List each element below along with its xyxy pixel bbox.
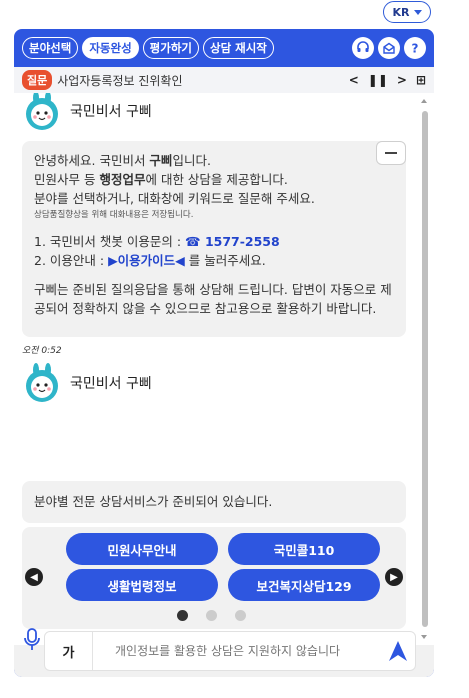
carousel-prev-button[interactable]: ◀ — [25, 568, 43, 586]
service-text-end: 에 대한 상담을 제공합니다. — [145, 172, 288, 187]
contact-label: 1. 국민비서 챗봇 이용문의 : — [34, 234, 186, 249]
chat-input[interactable] — [93, 632, 381, 670]
bot-header-2: 국민비서 구삐 — [22, 363, 152, 403]
scroll-up-icon[interactable] — [421, 99, 427, 103]
guide-label: 2. 이용안내 : — [34, 253, 109, 268]
bot-header: 국민비서 구삐 — [22, 93, 152, 131]
service-message-text: 분야별 전문 상담서비스가 준비되어 있습니다. — [34, 494, 273, 509]
bot-avatar — [26, 363, 58, 402]
tab-field-select[interactable]: 분야선택 — [22, 37, 79, 59]
scroll-thumb[interactable] — [422, 111, 428, 627]
minimize-button[interactable] — [376, 141, 406, 165]
welcome-text-end: 입니다. — [172, 153, 211, 168]
headset-icon[interactable] — [352, 37, 374, 59]
chatbot-window: 분야선택 자동완성 평가하기 상담 재시작 ? 질문 사업자등록정보 진위확인 … — [14, 29, 434, 677]
tab-autocomplete[interactable]: 자동완성 — [82, 37, 139, 59]
bot-avatar — [26, 93, 58, 130]
svg-text:?: ? — [412, 42, 419, 56]
scrollbar[interactable] — [420, 97, 428, 641]
service-button-law-info[interactable]: 생활법령정보 — [66, 569, 218, 601]
service-carousel: ◀ 민원사무안내 국민콜110 생활법령정보 보건복지상담129 ▶ — [22, 527, 406, 629]
carousel-pagination — [177, 610, 246, 621]
service-text: 민원사무 등 — [34, 172, 100, 187]
send-button[interactable] — [381, 636, 415, 666]
page-dot-1[interactable] — [177, 610, 188, 621]
pause-icon[interactable]: ❚❚ — [368, 73, 388, 87]
phone-link[interactable]: ☎ 1577-2558 — [185, 234, 280, 249]
next-icon[interactable]: > — [397, 73, 407, 87]
tab-evaluate[interactable]: 평가하기 — [142, 37, 199, 59]
prev-icon[interactable]: < — [349, 73, 359, 87]
service-button-welfare129[interactable]: 보건복지상담129 — [228, 569, 380, 601]
welcome-text: 안녕하세요. 국민비서 — [34, 153, 150, 168]
guide-text-end: 를 눌러주세요. — [184, 253, 266, 268]
service-bold: 행정업무 — [99, 172, 146, 187]
bot-name: 국민비서 구삐 — [70, 104, 152, 120]
bot-name-2: 국민비서 구삐 — [70, 376, 152, 392]
minus-icon — [385, 152, 397, 154]
timestamp: 오전 0:52 — [22, 346, 62, 356]
help-icon[interactable]: ? — [404, 37, 426, 59]
tab-restart[interactable]: 상담 재시작 — [202, 37, 274, 59]
scroll-down-icon[interactable] — [421, 635, 427, 639]
service-message: 분야별 전문 상담서비스가 준비되어 있습니다. — [22, 481, 406, 523]
page-dot-3[interactable] — [235, 610, 246, 621]
question-badge: 질문 — [22, 70, 53, 90]
guide-link[interactable]: ▶이용가이드◀ — [108, 253, 185, 268]
notice-text: 구삐는 준비된 질의응답을 통해 상담해 드립니다. 답변이 자동으로 제공되어… — [34, 282, 392, 316]
language-selector[interactable]: KR — [383, 1, 431, 23]
carousel-next-button[interactable]: ▶ — [385, 568, 403, 586]
page-dot-2[interactable] — [206, 610, 217, 621]
expand-icon[interactable]: ⊞ — [416, 73, 426, 87]
question-text: 사업자등록정보 진위확인 — [57, 73, 183, 88]
microphone-icon[interactable] — [21, 623, 43, 653]
bot-name-bold: 구삐 — [149, 153, 173, 168]
language-label: KR — [392, 5, 410, 19]
service-button-civil-affairs[interactable]: 민원사무안내 — [66, 533, 218, 565]
top-toolbar: 분야선택 자동완성 평가하기 상담 재시작 ? — [14, 29, 434, 67]
chevron-down-icon — [413, 9, 422, 15]
chat-input-box: 가 — [44, 631, 416, 671]
chat-area: 국민비서 구삐 안녕하세요. 국민비서 구삐입니다. 민원사무 등 행정업무에 … — [14, 93, 434, 645]
storage-note: 상담품질향상을 위해 대화내용은 저장됩니다. — [34, 210, 194, 220]
send-icon — [389, 641, 407, 661]
input-mode-toggle[interactable]: 가 — [45, 632, 93, 670]
mail-icon[interactable] — [378, 37, 400, 59]
service-button-call110[interactable]: 국민콜110 — [228, 533, 380, 565]
question-bar: 질문 사업자등록정보 진위확인 < ❚❚ > ⊞ — [14, 67, 434, 93]
instruction-text: 분야를 선택하거나, 대화창에 키워드로 질문해 주세요. — [34, 191, 315, 206]
welcome-message: 안녕하세요. 국민비서 구삐입니다. 민원사무 등 행정업무에 대한 상담을 제… — [22, 141, 406, 337]
